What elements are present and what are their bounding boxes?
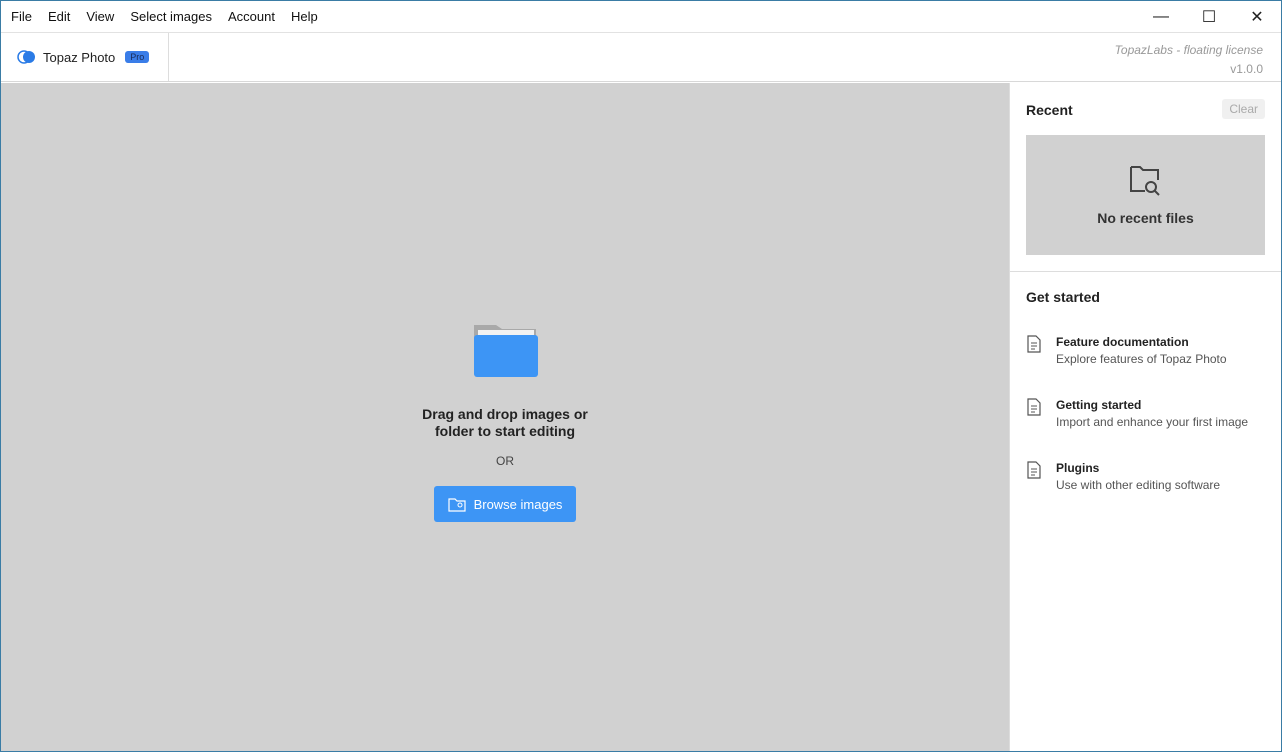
no-recent-text: No recent files: [1097, 210, 1194, 226]
menu-bar: File Edit View Select images Account Hel…: [1, 1, 1281, 33]
link-description: Use with other editing software: [1056, 478, 1221, 492]
menu-help[interactable]: Help: [285, 9, 324, 24]
browse-label: Browse images: [473, 496, 563, 512]
drop-instructions: Drag and drop images or folder to start …: [422, 406, 588, 439]
version: v1.0.0: [1230, 62, 1263, 76]
topaz-logo-icon: [17, 50, 35, 64]
recent-title: Recent: [1026, 102, 1073, 118]
close-button[interactable]: ✕: [1233, 1, 1281, 33]
minimize-button[interactable]: —: [1137, 1, 1185, 33]
get-started-title: Get started: [1026, 289, 1100, 305]
document-icon: [1027, 461, 1041, 479]
menu-file[interactable]: File: [5, 9, 38, 24]
menu-view[interactable]: View: [80, 9, 120, 24]
document-icon: [1027, 335, 1041, 353]
maximize-button[interactable]: ☐: [1185, 1, 1233, 33]
app-header: Topaz Photo Pro TopazLabs - floating lic…: [1, 33, 1281, 82]
link-feature-documentation[interactable]: Feature documentation Explore features of…: [1026, 335, 1227, 366]
browse-images-button[interactable]: Browse images: [434, 486, 576, 522]
pro-badge: Pro: [125, 51, 150, 63]
drop-zone[interactable]: Drag and drop images or folder to start …: [1, 83, 1009, 751]
license-info: TopazLabs - floating license v1.0.0: [1115, 41, 1263, 79]
license-text: TopazLabs - floating license: [1114, 43, 1263, 57]
folder-icon: [474, 325, 538, 377]
menu-select-images[interactable]: Select images: [124, 9, 218, 24]
divider: [1010, 271, 1281, 272]
link-getting-started[interactable]: Getting started Import and enhance your f…: [1026, 398, 1248, 429]
link-plugins[interactable]: Plugins Use with other editing software: [1026, 461, 1220, 492]
link-description: Explore features of Topaz Photo: [1056, 352, 1227, 366]
image-folder-icon: [447, 497, 466, 512]
recent-files-empty: No recent files: [1026, 135, 1265, 255]
folder-search-icon: [1129, 166, 1160, 196]
clear-button[interactable]: Clear: [1222, 99, 1265, 119]
link-title: Getting started: [1056, 398, 1142, 412]
document-icon: [1027, 398, 1041, 416]
brand: Topaz Photo Pro: [1, 33, 169, 81]
link-title: Plugins: [1056, 461, 1100, 475]
app-name: Topaz Photo: [43, 49, 116, 65]
link-description: Import and enhance your first image: [1056, 415, 1249, 429]
menu-account[interactable]: Account: [222, 9, 281, 24]
menu-edit[interactable]: Edit: [42, 9, 76, 24]
or-label: OR: [496, 454, 514, 468]
link-title: Feature documentation: [1056, 335, 1189, 349]
sidebar: Recent Clear No recent files Get started…: [1009, 83, 1281, 751]
